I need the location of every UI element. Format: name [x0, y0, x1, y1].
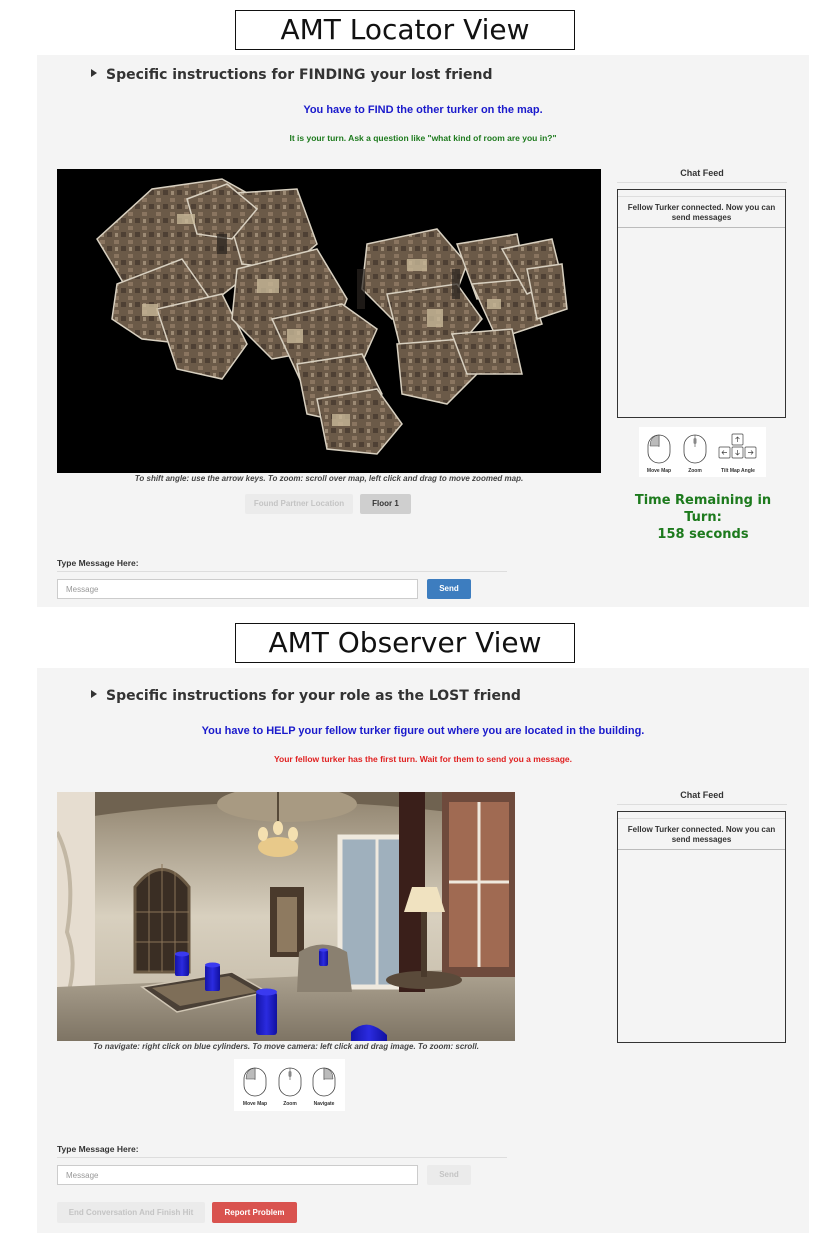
chat-feed-title: Chat Feed	[617, 790, 787, 805]
room-panorama-render	[57, 792, 515, 1041]
chat-message: Fellow Turker connected. Now you can sen…	[618, 196, 785, 228]
navigation-cylinder-icon[interactable]	[205, 962, 220, 992]
timer-seconds: 158 seconds	[657, 527, 749, 542]
observer-task-text: You have to HELP your fellow turker figu…	[201, 725, 645, 737]
navigation-cylinder-icon[interactable]	[256, 988, 277, 1036]
move-map-label: Move Map	[243, 1101, 267, 1107]
observer-turn-message: Your fellow turker has the first turn. W…	[273, 754, 573, 764]
send-button[interactable]: Send	[427, 1165, 471, 1185]
observer-instructions-label: Specific instructions for your role as t…	[106, 688, 521, 704]
view-instructions-caption: To navigate: right click on blue cylinde…	[93, 1042, 479, 1051]
zoom-label: Zoom	[688, 468, 702, 474]
navigation-cylinder-icon[interactable]	[319, 948, 328, 966]
zoom-label: Zoom	[283, 1101, 297, 1107]
message-input[interactable]	[57, 579, 418, 599]
mouse-left-drag-icon	[243, 1067, 267, 1097]
panorama-view[interactable]	[57, 792, 515, 1041]
locator-instructions-toggle[interactable]: Specific instructions for FINDING your l…	[91, 67, 492, 83]
observer-instructions-toggle[interactable]: Specific instructions for your role as t…	[91, 688, 521, 704]
chat-feed-title: Chat Feed	[617, 168, 787, 183]
chat-message: Fellow Turker connected. Now you can sen…	[618, 818, 785, 850]
locator-turn-message: It is your turn. Ask a question like "wh…	[289, 133, 557, 143]
floor-1-button[interactable]: Floor 1	[360, 494, 411, 514]
report-problem-button[interactable]: Report Problem	[212, 1202, 297, 1223]
chat-feed-box[interactable]: Fellow Turker connected. Now you can sen…	[617, 189, 786, 418]
locator-instructions-label: Specific instructions for FINDING your l…	[106, 67, 493, 83]
map-instructions-caption: To shift angle: use the arrow keys. To z…	[134, 474, 524, 483]
mouse-scroll-icon	[278, 1067, 302, 1097]
mouse-right-click-icon	[312, 1067, 336, 1097]
tilt-map-angle-label: Tilt Map Angle	[721, 468, 755, 474]
arrow-keys-icon	[718, 433, 757, 459]
locator-view-title: AMT Locator View	[235, 10, 575, 50]
floor-plan-render	[96, 178, 568, 455]
message-input[interactable]	[57, 1165, 418, 1185]
navigation-cylinder-icon[interactable]	[175, 951, 189, 977]
view-controls-legend: Move Map Zoom Navigate	[234, 1059, 345, 1111]
floor-plan-map[interactable]	[57, 169, 601, 473]
locator-task-text: You have to FIND the other turker on the…	[303, 104, 543, 116]
mouse-scroll-icon	[683, 434, 707, 464]
type-message-label: Type Message Here:	[57, 558, 139, 568]
map-controls-legend: Move Map Zoom Tilt Map Angle	[639, 427, 766, 477]
move-map-label: Move Map	[647, 468, 671, 474]
locator-panel: Specific instructions for FINDING your l…	[37, 55, 809, 607]
timer-label: Time Remaining in Turn:	[634, 493, 772, 525]
expand-triangle-icon	[91, 69, 97, 77]
expand-triangle-icon	[91, 690, 97, 698]
divider	[57, 571, 507, 572]
navigate-label: Navigate	[314, 1101, 335, 1107]
divider	[57, 1157, 507, 1158]
end-conversation-button[interactable]: End Conversation And Finish Hit	[57, 1202, 205, 1223]
turn-timer: Time Remaining in Turn: 158 seconds	[617, 492, 789, 543]
found-partner-location-button[interactable]: Found Partner Location	[245, 494, 353, 514]
type-message-label: Type Message Here:	[57, 1144, 139, 1154]
observer-panel: Specific instructions for your role as t…	[37, 668, 809, 1233]
send-button[interactable]: Send	[427, 579, 471, 599]
chat-feed-box[interactable]: Fellow Turker connected. Now you can sen…	[617, 811, 786, 1043]
mouse-left-drag-icon	[647, 434, 671, 464]
observer-view-title: AMT Observer View	[235, 623, 575, 663]
